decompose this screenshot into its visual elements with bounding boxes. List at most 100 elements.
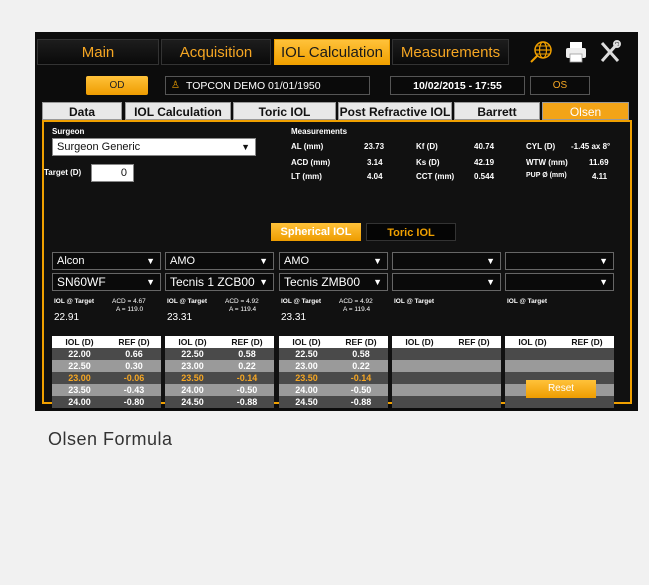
iol-power: 24.00: [181, 385, 204, 395]
table-header: IOL (D) REF (D): [392, 336, 501, 348]
iol-at-target-label: IOL @ Target: [394, 298, 435, 305]
chevron-down-icon: ▼: [373, 277, 382, 287]
refraction: 0.22: [238, 361, 256, 371]
iol-power: 23.50: [181, 373, 204, 383]
chevron-down-icon: ▼: [241, 142, 250, 152]
manufacturer-select[interactable]: Alcon ▼: [52, 252, 161, 270]
subtab-toric-iol-calculation[interactable]: Toric IOL Calculation: [233, 102, 336, 137]
table-row[interactable]: 24.50 -0.88: [279, 396, 388, 408]
refraction: -0.14: [236, 373, 258, 383]
table-row[interactable]: 24.00 -0.50: [279, 384, 388, 396]
subtab-data[interactable]: Data: [42, 102, 122, 120]
subtab-post-refractive-iol[interactable]: Post Refractive IOL: [338, 102, 452, 120]
table-row[interactable]: 24.00 -0.80: [52, 396, 161, 408]
top-nav: Main Acquisition IOL Calculation Measure…: [35, 32, 638, 71]
table-row[interactable]: 23.50 -0.43: [52, 384, 161, 396]
manufacturer-select[interactable]: AMO ▼: [279, 252, 388, 270]
al-label: AL (mm): [291, 142, 324, 151]
table-row[interactable]: [505, 348, 614, 360]
table-row[interactable]: 23.00 0.22: [279, 360, 388, 372]
tab-measurements[interactable]: Measurements: [392, 39, 509, 65]
table-row[interactable]: 24.00 -0.50: [165, 384, 274, 396]
kf-value: 40.74: [474, 142, 495, 151]
iol-at-target-value: 23.31: [281, 312, 307, 323]
iol-power: 22.00: [68, 349, 91, 359]
table-row[interactable]: 23.50 -0.14: [279, 372, 388, 384]
chevron-down-icon: ▼: [486, 256, 495, 266]
table-row[interactable]: [392, 348, 501, 360]
surgeon-label: Surgeon: [52, 127, 85, 136]
table-row[interactable]: [392, 384, 501, 396]
spherical-iol-button[interactable]: Spherical IOL: [271, 223, 361, 241]
surgeon-select[interactable]: Surgeon Generic ▼: [52, 138, 256, 156]
model-select[interactable]: Tecnis 1 ZCB00 ▼: [165, 273, 274, 291]
acd-constant: ACD = 4.92: [339, 298, 373, 305]
manufacturer-select[interactable]: ▼: [392, 252, 501, 270]
refraction: -0.88: [350, 397, 372, 407]
ks-value: 42.19: [474, 158, 495, 167]
tab-main[interactable]: Main: [37, 39, 159, 65]
chevron-down-icon: ▼: [146, 256, 155, 266]
model-select[interactable]: SN60WF ▼: [52, 273, 161, 291]
target-input[interactable]: 0: [91, 164, 134, 182]
manufacturer-select[interactable]: ▼: [505, 252, 614, 270]
table-row[interactable]: 22.50 0.58: [165, 348, 274, 360]
iol-power: 24.00: [68, 397, 91, 407]
tab-iol-calculation[interactable]: IOL Calculation: [274, 39, 390, 65]
iol-column-header: IOL (D): [65, 337, 94, 347]
iol-power: 23.00: [68, 373, 91, 383]
table-row[interactable]: 22.50 0.30: [52, 360, 161, 372]
od-button[interactable]: OD: [86, 76, 148, 95]
model-select[interactable]: ▼: [505, 273, 614, 291]
printer-icon[interactable]: [563, 40, 589, 64]
reset-button[interactable]: Reset: [526, 380, 596, 398]
patient-icon: ♙: [171, 80, 180, 91]
table-row[interactable]: [392, 372, 501, 384]
iol-power: 23.00: [181, 361, 204, 371]
table-row[interactable]: 23.00 -0.06: [52, 372, 161, 384]
iol-column-header: IOL (D): [178, 337, 207, 347]
table-row[interactable]: 23.50 -0.14: [165, 372, 274, 384]
a-constant: A = 119.4: [343, 306, 371, 313]
ref-column-header: REF (D): [118, 337, 150, 347]
iol-power: 23.00: [295, 361, 318, 371]
table-row[interactable]: [392, 396, 501, 408]
table-row[interactable]: 24.50 -0.88: [165, 396, 274, 408]
table-header: IOL (D) REF (D): [505, 336, 614, 348]
toric-iol-button[interactable]: Toric IOL: [366, 223, 456, 241]
cct-label: CCT (mm): [416, 172, 455, 181]
tab-acquisition[interactable]: Acquisition: [161, 39, 271, 65]
iol-at-target-label: IOL @ Target: [54, 298, 95, 305]
ref-column-header: REF (D): [458, 337, 490, 347]
iol-power: 22.50: [181, 349, 204, 359]
table-row[interactable]: [505, 360, 614, 372]
iol-column: AMO ▼ Tecnis ZMB00 ▼ IOL @ Target 23.31 ACD = …: [279, 252, 390, 408]
chevron-down-icon: ▼: [486, 277, 495, 287]
manufacturer-select[interactable]: AMO ▼: [165, 252, 274, 270]
al-value: 23.73: [364, 142, 385, 151]
table-row[interactable]: 23.00 0.22: [165, 360, 274, 372]
ref-column-header: REF (D): [571, 337, 603, 347]
os-button[interactable]: OS: [530, 76, 590, 95]
refraction: -0.50: [236, 385, 258, 395]
caption: Olsen Formula: [48, 429, 173, 449]
model-select[interactable]: ▼: [392, 273, 501, 291]
app-window: Main Acquisition IOL Calculation Measure…: [35, 32, 638, 411]
table-row[interactable]: 22.00 0.66: [52, 348, 161, 360]
acd-label: ACD (mm): [291, 158, 331, 167]
wtw-value: 11.69: [589, 158, 609, 167]
model-select[interactable]: Tecnis ZMB00 ▼: [279, 273, 388, 291]
subtab-olsen[interactable]: Olsen: [542, 102, 629, 120]
globe-icon[interactable]: [528, 40, 554, 64]
tools-icon[interactable]: [597, 40, 623, 64]
table-row[interactable]: [392, 360, 501, 372]
table-row[interactable]: 22.50 0.58: [279, 348, 388, 360]
acd-constant: ACD = 4.92: [225, 298, 259, 305]
manufacturer-value: AMO: [284, 255, 310, 267]
subtab-iol-calculation[interactable]: IOL Calculation: [125, 102, 231, 120]
lt-label: LT (mm): [291, 172, 322, 181]
subtab-barrett[interactable]: Barrett: [454, 102, 540, 120]
cyl-value: -1.45 ax 8°: [571, 142, 611, 151]
refraction: 0.66: [125, 349, 143, 359]
olsen-panel: Surgeon Surgeon Generic ▼ Target (D) 0 M…: [42, 120, 632, 408]
